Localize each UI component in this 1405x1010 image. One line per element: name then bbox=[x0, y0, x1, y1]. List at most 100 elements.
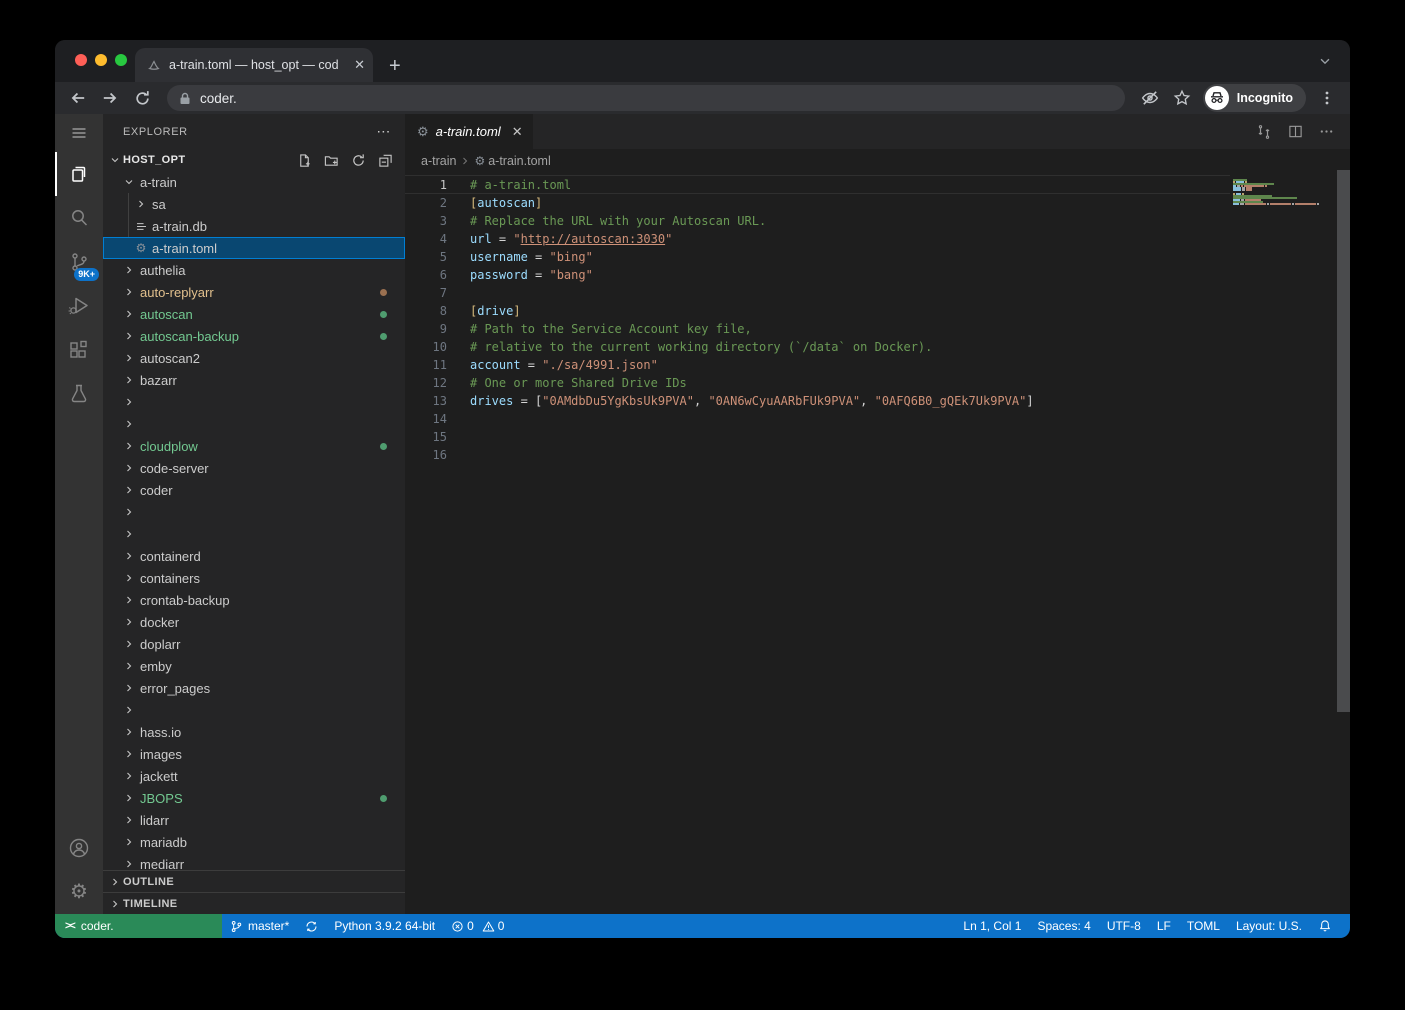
minimap[interactable] bbox=[1233, 179, 1307, 211]
eol-status[interactable]: LF bbox=[1149, 914, 1179, 938]
tree-item-emby[interactable]: emby bbox=[103, 655, 405, 677]
code-line-12[interactable]: 12# One or more Shared Drive IDs bbox=[405, 374, 1350, 392]
tree-item-jackett[interactable]: jackett bbox=[103, 765, 405, 787]
tree-item-images[interactable]: images bbox=[103, 743, 405, 765]
sync-status[interactable] bbox=[297, 914, 326, 938]
lock-icon[interactable] bbox=[179, 92, 191, 105]
code-editor[interactable]: 1# a-train.toml2[autoscan]3# Replace the… bbox=[405, 173, 1350, 914]
python-interpreter-status[interactable]: Python 3.9.2 64-bit bbox=[326, 914, 443, 938]
remote-host-indicator[interactable]: >< coder. bbox=[55, 914, 222, 938]
more-actions-icon[interactable] bbox=[1319, 124, 1334, 139]
code-line-6[interactable]: 6password = "bang" bbox=[405, 266, 1350, 284]
tree-item-autoscan2[interactable]: autoscan2 bbox=[103, 347, 405, 369]
open-changes-icon[interactable] bbox=[1256, 124, 1272, 140]
code-line-10[interactable]: 10# relative to the current working dire… bbox=[405, 338, 1350, 356]
language-mode-status[interactable]: TOML bbox=[1179, 914, 1228, 938]
new-folder-icon[interactable] bbox=[324, 153, 339, 168]
code-line-1[interactable]: 1# a-train.toml bbox=[405, 176, 1350, 194]
new-file-icon[interactable] bbox=[297, 153, 312, 168]
settings-gear-icon[interactable]: ⚙ bbox=[55, 870, 103, 914]
split-editor-icon[interactable] bbox=[1288, 124, 1303, 139]
browser-tab[interactable]: a-train.toml — host_opt — cod ✕ bbox=[135, 48, 373, 82]
search-activity-icon[interactable] bbox=[55, 196, 103, 240]
problems-status[interactable]: 0 0 bbox=[443, 914, 512, 938]
tree-item-autoscan[interactable]: autoscan bbox=[103, 303, 405, 325]
tree-item-unnamed[interactable] bbox=[103, 699, 405, 721]
source-control-activity-icon[interactable]: 9K+ bbox=[55, 240, 103, 284]
editor-tab-close-icon[interactable]: ✕ bbox=[512, 124, 523, 140]
tree-item-error_pages[interactable]: error_pages bbox=[103, 677, 405, 699]
code-line-14[interactable]: 14 bbox=[405, 410, 1350, 428]
close-window-button[interactable] bbox=[75, 54, 87, 66]
explorer-activity-icon[interactable] bbox=[55, 152, 103, 196]
tree-item-auto-replyarr[interactable]: auto-replyarr bbox=[103, 281, 405, 303]
tree-item-unnamed[interactable] bbox=[103, 523, 405, 545]
reload-icon[interactable] bbox=[127, 84, 157, 112]
address-bar[interactable]: coder. bbox=[167, 85, 1125, 111]
tree-item-unnamed[interactable] bbox=[103, 501, 405, 523]
workspace-root-row[interactable]: HOST_OPT bbox=[103, 149, 405, 171]
code-line-15[interactable]: 15 bbox=[405, 428, 1350, 446]
timeline-section[interactable]: TIMELINE bbox=[103, 892, 405, 914]
tree-item-unnamed[interactable] bbox=[103, 391, 405, 413]
code-line-3[interactable]: 3# Replace the URL with your Autoscan UR… bbox=[405, 212, 1350, 230]
code-line-4[interactable]: 4url = "http://autoscan:3030" bbox=[405, 230, 1350, 248]
account-icon[interactable] bbox=[55, 826, 103, 870]
tree-item-JBOPS[interactable]: JBOPS bbox=[103, 787, 405, 809]
testing-activity-icon[interactable] bbox=[55, 372, 103, 416]
breadcrumb-file[interactable]: a-train.toml bbox=[488, 154, 551, 168]
tree-item-a-train.toml[interactable]: ⚙a-train.toml bbox=[103, 237, 405, 259]
extensions-activity-icon[interactable] bbox=[55, 328, 103, 372]
indentation-status[interactable]: Spaces: 4 bbox=[1029, 914, 1098, 938]
tab-close-icon[interactable]: ✕ bbox=[354, 57, 365, 73]
browser-menu-icon[interactable] bbox=[1312, 84, 1342, 112]
editor-tab-a-train-toml[interactable]: ⚙ a-train.toml ✕ bbox=[405, 114, 533, 149]
browser-scrollbar-thumb[interactable] bbox=[1337, 170, 1350, 712]
code-line-11[interactable]: 11account = "./sa/4991.json" bbox=[405, 356, 1350, 374]
new-tab-button[interactable]: + bbox=[389, 56, 401, 76]
tree-item-docker[interactable]: docker bbox=[103, 611, 405, 633]
tree-item-coder[interactable]: coder bbox=[103, 479, 405, 501]
tree-item-authelia[interactable]: authelia bbox=[103, 259, 405, 281]
tree-item-containerd[interactable]: containerd bbox=[103, 545, 405, 567]
code-line-2[interactable]: 2[autoscan] bbox=[405, 194, 1350, 212]
explorer-more-icon[interactable]: ⋯ bbox=[376, 123, 391, 140]
collapse-all-icon[interactable] bbox=[378, 153, 393, 168]
menu-hamburger-icon[interactable] bbox=[55, 114, 103, 152]
tree-item-containers[interactable]: containers bbox=[103, 567, 405, 589]
code-line-8[interactable]: 8[drive] bbox=[405, 302, 1350, 320]
bookmark-star-icon[interactable] bbox=[1167, 84, 1197, 112]
zoom-window-button[interactable] bbox=[115, 54, 127, 66]
outline-section[interactable]: OUTLINE bbox=[103, 870, 405, 892]
cursor-position-status[interactable]: Ln 1, Col 1 bbox=[955, 914, 1029, 938]
tree-item-a-train[interactable]: a-train bbox=[103, 171, 405, 193]
notifications-bell-icon[interactable] bbox=[1310, 914, 1340, 938]
run-debug-activity-icon[interactable] bbox=[55, 284, 103, 328]
tree-item-mariadb[interactable]: mariadb bbox=[103, 831, 405, 853]
tree-item-lidarr[interactable]: lidarr bbox=[103, 809, 405, 831]
tree-item-cloudplow[interactable]: cloudplow bbox=[103, 435, 405, 457]
tab-search-chevron-icon[interactable] bbox=[1318, 54, 1332, 68]
eye-off-icon[interactable] bbox=[1135, 84, 1165, 112]
tree-item-bazarr[interactable]: bazarr bbox=[103, 369, 405, 391]
tree-item-sa[interactable]: sa bbox=[103, 193, 405, 215]
tree-item-autoscan-backup[interactable]: autoscan-backup bbox=[103, 325, 405, 347]
tree-item-doplarr[interactable]: doplarr bbox=[103, 633, 405, 655]
keyboard-layout-status[interactable]: Layout: U.S. bbox=[1228, 914, 1310, 938]
forward-icon[interactable] bbox=[95, 84, 125, 112]
tree-item-mediarr[interactable]: mediarr bbox=[103, 853, 405, 870]
back-icon[interactable] bbox=[63, 84, 93, 112]
tree-item-code-server[interactable]: code-server bbox=[103, 457, 405, 479]
breadcrumb-folder[interactable]: a-train bbox=[421, 154, 456, 168]
code-line-13[interactable]: 13drives = ["0AMdbDu5YgKbsUk9PVA", "0AN6… bbox=[405, 392, 1350, 410]
encoding-status[interactable]: UTF-8 bbox=[1099, 914, 1149, 938]
minimize-window-button[interactable] bbox=[95, 54, 107, 66]
git-branch-status[interactable]: master* bbox=[222, 914, 297, 938]
code-line-5[interactable]: 5username = "bing" bbox=[405, 248, 1350, 266]
tree-item-a-train.db[interactable]: a-train.db bbox=[103, 215, 405, 237]
incognito-badge[interactable]: Incognito bbox=[1203, 84, 1306, 112]
tree-item-crontab-backup[interactable]: crontab-backup bbox=[103, 589, 405, 611]
tree-item-hass.io[interactable]: hass.io bbox=[103, 721, 405, 743]
tree-item-unnamed[interactable] bbox=[103, 413, 405, 435]
refresh-icon[interactable] bbox=[351, 153, 366, 168]
